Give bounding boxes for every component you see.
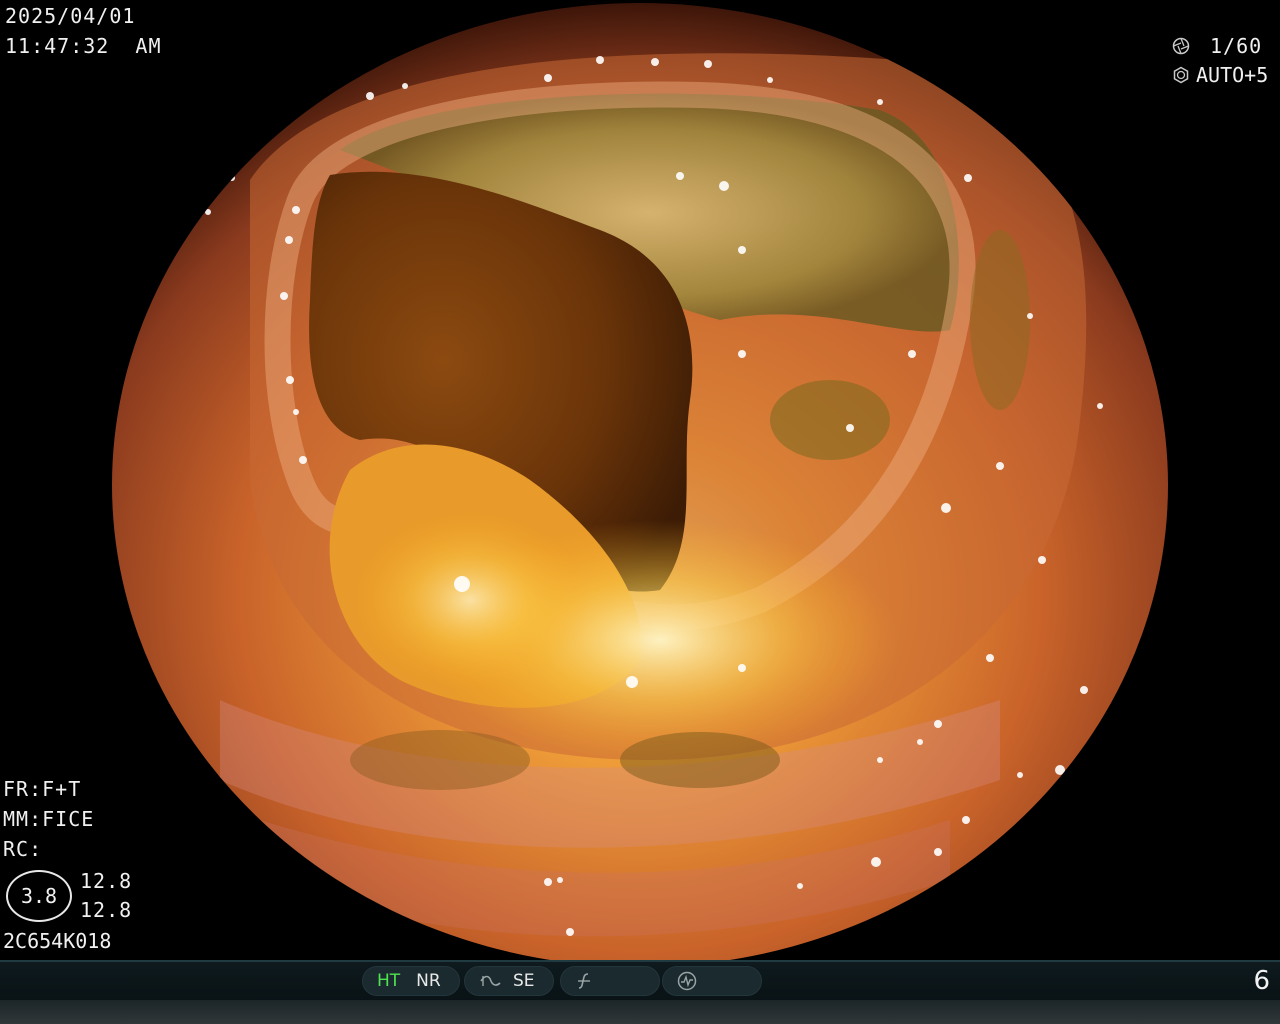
- endoscope-image: [112, 3, 1168, 960]
- mm-setting: MM:FICE: [3, 807, 95, 831]
- gauge-icon: [677, 971, 697, 991]
- shutter-icon: [1172, 37, 1190, 55]
- fr-setting: FR:F+T: [3, 777, 82, 801]
- ht-label: HT: [377, 971, 401, 991]
- time-readout: 11:47:32 AM: [5, 34, 162, 58]
- slash-f-icon: [578, 973, 590, 989]
- curve-icon: [480, 975, 501, 986]
- shutter-value: 1/60: [1210, 34, 1263, 58]
- level-indicator: 3.8: [6, 870, 72, 922]
- page-number: 6: [1253, 966, 1270, 996]
- value-b: 12.8: [80, 898, 133, 922]
- slash-pill[interactable]: [560, 966, 660, 996]
- date-readout: 2025/04/01: [5, 4, 136, 28]
- value-a: 12.8: [80, 869, 133, 893]
- se-pill[interactable]: SE: [464, 966, 554, 996]
- iris-icon: [1173, 66, 1189, 84]
- scope-id: 2C654K018: [3, 929, 112, 953]
- se-label: SE: [513, 971, 535, 991]
- rc-setting: RC:: [3, 837, 43, 861]
- ht-nr-pill[interactable]: HT NR: [362, 966, 460, 996]
- iris-row: AUTO+5: [1172, 64, 1268, 86]
- iris-value: AUTO+5: [1196, 63, 1269, 87]
- gauge-pill[interactable]: [662, 966, 762, 996]
- nr-label: NR: [416, 971, 441, 991]
- level-value: 3.8: [20, 884, 58, 908]
- bottom-strip: [0, 1000, 1280, 1024]
- shutter-row: 1/60: [1172, 35, 1262, 57]
